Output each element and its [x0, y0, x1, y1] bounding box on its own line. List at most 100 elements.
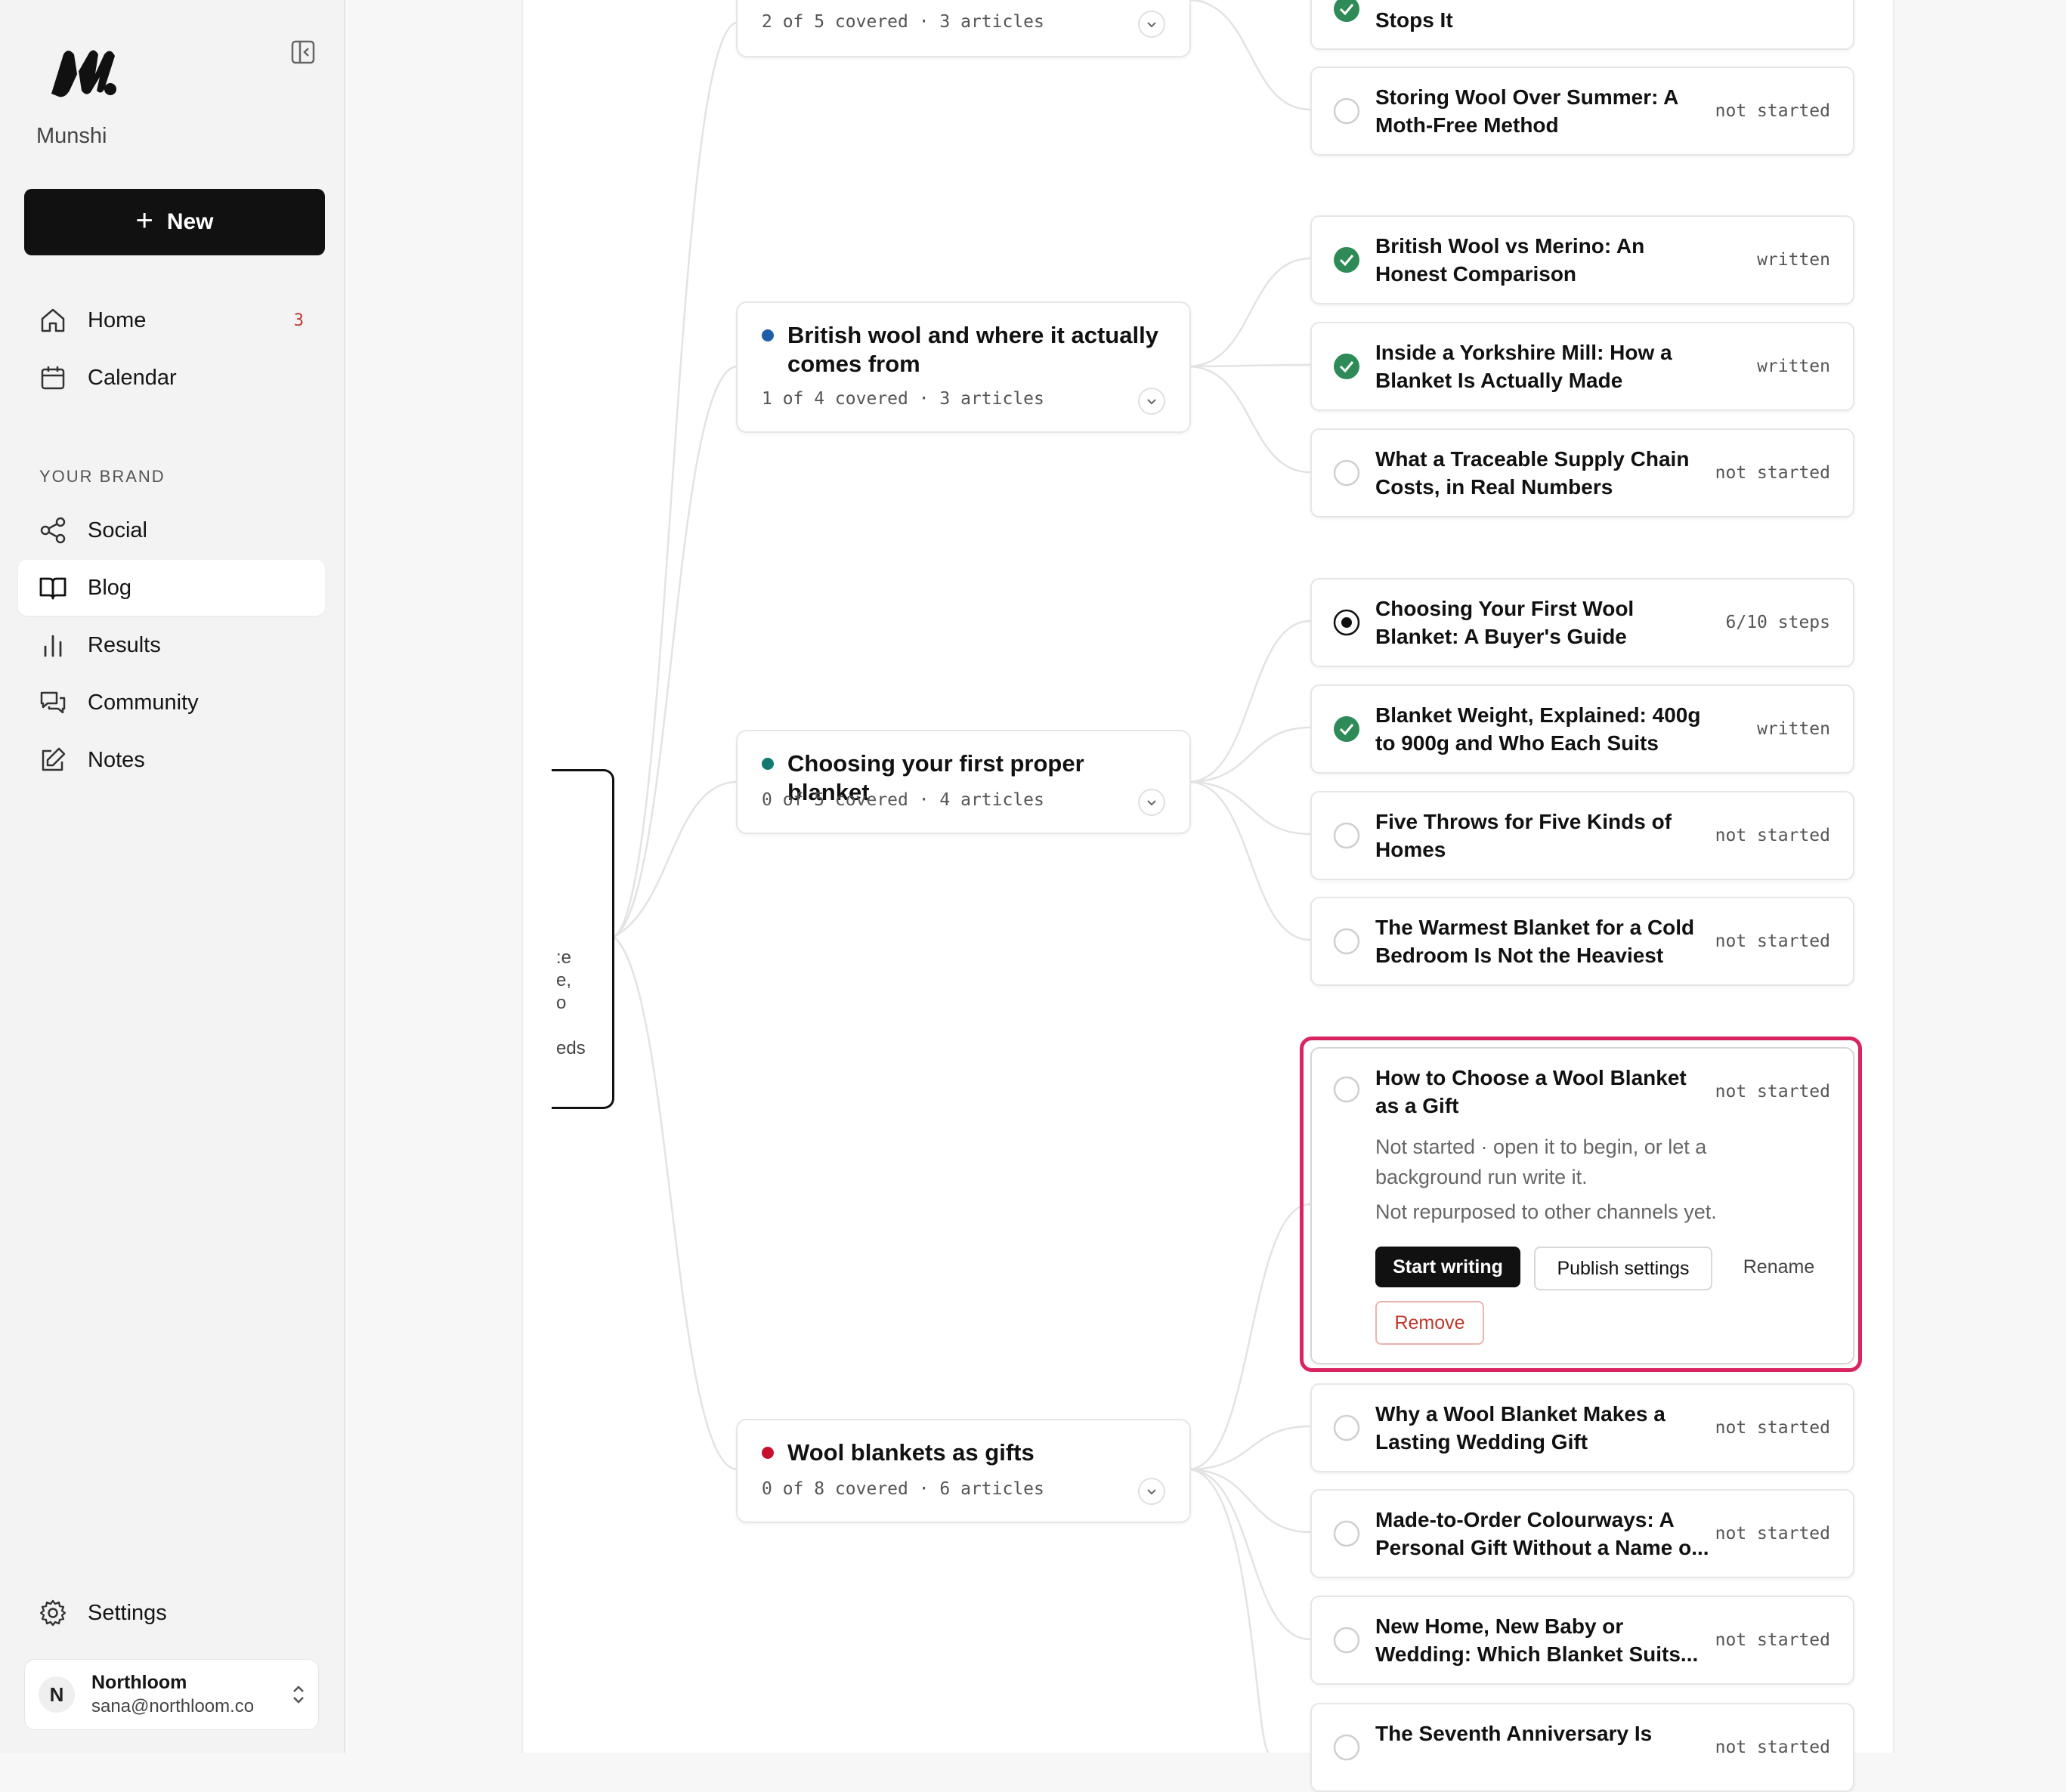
- plus-icon: +: [135, 204, 153, 237]
- article-title: What a Traceable Supply Chain Costs, in …: [1375, 447, 1690, 499]
- article-status: written: [1757, 719, 1830, 739]
- brand-name: Munshi: [36, 124, 107, 148]
- chevron-down-icon: [1147, 800, 1156, 806]
- topic-color-dot: [762, 758, 774, 770]
- article-status: not started: [1715, 1082, 1830, 1101]
- article-title: Five Throws for Five Kinds of Homes: [1375, 810, 1672, 861]
- article-node[interactable]: Storing Wool Over Summer: A Moth-Free Me…: [1310, 66, 1854, 156]
- sidebar: Munshi + New Home 3 Calendar YOUR BRAND: [0, 0, 345, 1753]
- article-status: not started: [1715, 101, 1830, 121]
- article-node-expanded[interactable]: How to Choose a Wool Blanket as a Gift n…: [1310, 1047, 1854, 1364]
- nav-home[interactable]: Home 3: [18, 292, 325, 348]
- article-node[interactable]: The Warmest Blanket for a Cold Bedroom I…: [1310, 897, 1854, 986]
- article-title: The Warmest Blanket for a Cold Bedroom I…: [1375, 916, 1695, 967]
- topic-node-first-blanket[interactable]: Choosing your first proper blanket 0 of …: [736, 730, 1191, 834]
- chevron-down-icon: [1147, 22, 1156, 28]
- root-text-fragment: e,: [556, 970, 572, 990]
- article-title: How to Choose a Wool Blanket as a Gift: [1375, 1066, 1687, 1117]
- empty-circle-icon: [1333, 822, 1360, 849]
- topic-meta: 2 of 5 covered · 3 articles: [762, 12, 1044, 32]
- root-text-fragment: :e: [556, 947, 572, 968]
- empty-circle-icon: [1333, 1734, 1360, 1761]
- article-node[interactable]: Why a Wool Blanket Makes a Lasting Weddi…: [1310, 1383, 1854, 1472]
- article-node[interactable]: New Home, New Baby or Wedding: Which Bla…: [1310, 1596, 1854, 1685]
- nav-notes[interactable]: Notes: [18, 732, 325, 788]
- nav-settings[interactable]: Settings: [18, 1585, 325, 1641]
- topic-expand-button[interactable]: [1138, 789, 1165, 816]
- article-status: written: [1757, 250, 1830, 270]
- empty-circle-icon: [1333, 1414, 1360, 1441]
- article-status: not started: [1715, 932, 1830, 951]
- article-status: not started: [1715, 826, 1830, 845]
- topic-node-british-wool[interactable]: British wool and where it actually comes…: [736, 301, 1191, 433]
- nav-social[interactable]: Social: [18, 502, 325, 558]
- munshi-logo[interactable]: [47, 44, 121, 98]
- root-text-fragment: o: [556, 993, 567, 1013]
- empty-circle-icon: [1333, 1627, 1360, 1654]
- edit-icon: [42, 747, 66, 771]
- topic-expand-button[interactable]: [1138, 11, 1165, 38]
- article-title: Stops It: [1375, 8, 1453, 32]
- article-status: not started: [1715, 1738, 1830, 1757]
- nav-results[interactable]: Results: [18, 617, 325, 673]
- gear-icon: [39, 1599, 66, 1627]
- article-node[interactable]: The Seventh Anniversary Is not started: [1310, 1703, 1854, 1792]
- article-title: Inside a Yorkshire Mill: How a Blanket I…: [1375, 341, 1672, 392]
- article-node[interactable]: Blanket Weight, Explained: 400g to 900g …: [1310, 684, 1854, 774]
- article-node[interactable]: Choosing Your First Wool Blanket: A Buye…: [1310, 578, 1854, 667]
- topic-color-dot: [762, 1447, 774, 1459]
- article-title: Blanket Weight, Explained: 400g to 900g …: [1375, 703, 1701, 755]
- collapse-sidebar-icon[interactable]: [290, 39, 316, 65]
- topic-title: Wool blankets as gifts: [787, 1439, 1035, 1466]
- topic-expand-button[interactable]: [1138, 1478, 1165, 1505]
- publish-settings-button[interactable]: Publish settings: [1534, 1247, 1712, 1290]
- start-writing-button[interactable]: Start writing: [1375, 1247, 1520, 1287]
- home-icon: [41, 308, 65, 332]
- new-button[interactable]: + New: [24, 189, 325, 255]
- check-circle-icon: [1334, 0, 1359, 22]
- topic-expand-button[interactable]: [1138, 388, 1165, 415]
- rename-button[interactable]: Rename: [1726, 1247, 1832, 1287]
- empty-circle-icon: [1333, 928, 1360, 955]
- nav-calendar[interactable]: Calendar: [18, 350, 325, 406]
- article-title: Storing Wool Over Summer: A Moth-Free Me…: [1375, 85, 1678, 137]
- account-switcher[interactable]: N Northloom sana@northloom.co: [24, 1659, 319, 1730]
- avatar: N: [39, 1676, 75, 1713]
- section-your-brand: YOUR BRAND: [39, 467, 165, 486]
- repurpose-note: Not repurposed to other channels yet.: [1375, 1200, 1717, 1223]
- article-node[interactable]: British Wool vs Merino: An Honest Compar…: [1310, 215, 1854, 304]
- article-title: Why a Wool Blanket Makes a Lasting Weddi…: [1375, 1402, 1665, 1454]
- chat-icon: [40, 691, 66, 714]
- nav-community[interactable]: Community: [18, 675, 325, 731]
- topic-node[interactable]: 2 of 5 covered · 3 articles: [736, 0, 1191, 57]
- account-email: sana@northloom.co: [91, 1696, 255, 1716]
- article-title: New Home, New Baby or Wedding: Which Bla…: [1375, 1614, 1699, 1666]
- empty-circle-icon: [1333, 459, 1360, 487]
- topic-meta: 0 of 5 covered · 4 articles: [762, 790, 1044, 810]
- article-status: not started: [1715, 1524, 1830, 1543]
- article-node[interactable]: Inside a Yorkshire Mill: How a Blanket I…: [1310, 322, 1854, 411]
- article-status: not started: [1715, 1418, 1830, 1438]
- nav-blog[interactable]: Blog: [18, 560, 325, 616]
- share-icon: [40, 517, 66, 544]
- calendar-icon: [41, 366, 65, 390]
- article-node[interactable]: Five Throws for Five Kinds of Homes not …: [1310, 791, 1854, 880]
- check-circle-icon: [1334, 354, 1359, 379]
- article-node[interactable]: Made-to-Order Colourways: A Personal Gif…: [1310, 1489, 1854, 1578]
- topic-node-gifts[interactable]: Wool blankets as gifts 0 of 8 covered · …: [736, 1419, 1191, 1523]
- article-status: written: [1757, 357, 1830, 376]
- empty-circle-icon: [1333, 97, 1360, 125]
- article-title: Choosing Your First Wool Blanket: A Buye…: [1375, 597, 1635, 648]
- remove-button[interactable]: Remove: [1375, 1301, 1484, 1345]
- empty-circle-icon: [1333, 1076, 1360, 1103]
- article-status: 6/10 steps: [1725, 613, 1830, 632]
- in-progress-icon: [1333, 609, 1360, 636]
- topic-meta: 1 of 4 covered · 3 articles: [762, 389, 1044, 409]
- article-node[interactable]: Stops It written: [1310, 0, 1854, 50]
- check-circle-icon: [1334, 716, 1359, 742]
- article-node[interactable]: What a Traceable Supply Chain Costs, in …: [1310, 428, 1854, 518]
- chevron-up-down-icon: [293, 1685, 304, 1704]
- article-status: not started: [1715, 1630, 1830, 1650]
- article-title: British Wool vs Merino: An Honest Compar…: [1375, 234, 1645, 286]
- chevron-down-icon: [1147, 399, 1156, 405]
